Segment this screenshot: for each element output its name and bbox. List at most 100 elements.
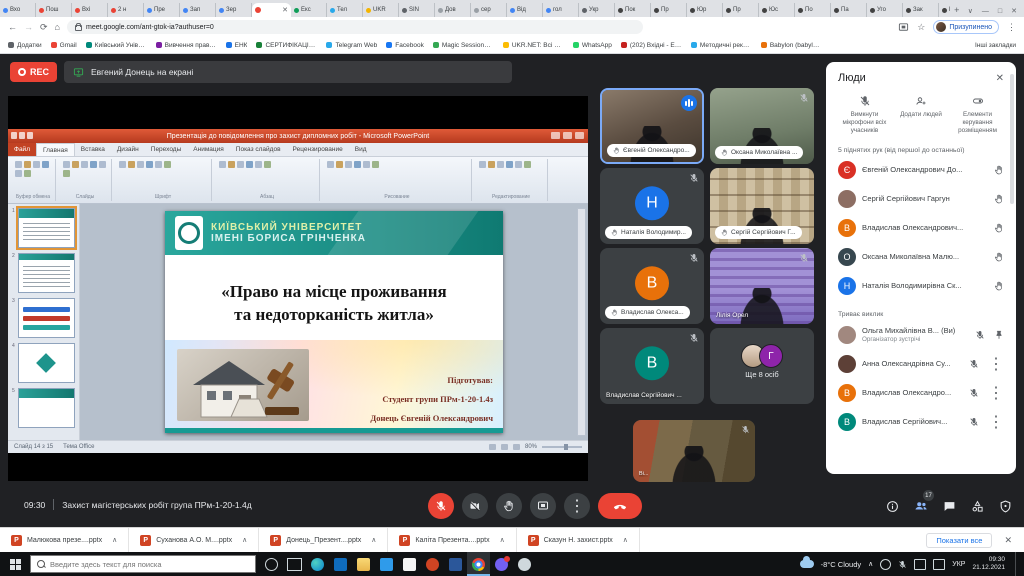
participant-row[interactable]: В Владислав Олександро... ⋮ (838, 378, 1004, 407)
view-normal-icon[interactable] (489, 444, 496, 450)
bookmark-item[interactable]: Facebook (386, 42, 424, 49)
add-people-button[interactable]: Додати людей (895, 95, 948, 136)
bookmark-item[interactable]: Київський Універс... (86, 42, 147, 49)
raise-hand-button[interactable] (496, 493, 522, 519)
slide-thumbnail[interactable] (18, 298, 75, 338)
ribbon-tab[interactable]: Файл (8, 143, 36, 156)
forward-icon[interactable]: → (24, 22, 33, 32)
browser-tab[interactable]: Пок ✕ (615, 3, 651, 17)
minimize-button[interactable]: — (982, 8, 989, 15)
slide-thumbnail[interactable] (18, 253, 75, 293)
ribbon-group[interactable]: Буфер обмена (11, 159, 56, 201)
ribbon-tab[interactable]: Дизайн (111, 143, 145, 156)
bookmark-item[interactable]: UKR.NET: Всі нови... (503, 42, 564, 49)
more-participants-tile[interactable]: Г Ще 8 осіб (710, 328, 814, 404)
browser-tab[interactable]: Юр ✕ (687, 3, 723, 17)
settings-gear-icon[interactable] (513, 552, 536, 576)
browser-tab[interactable]: Пр ✕ (723, 3, 759, 17)
show-all-downloads-button[interactable]: Показати все (926, 533, 992, 548)
ribbon-group[interactable]: Шрифт (115, 159, 212, 201)
weather-widget[interactable]: -8°C Cloudy (821, 560, 862, 569)
meeting-details-icon[interactable] (886, 500, 899, 513)
ppt-scrollbar[interactable] (577, 208, 586, 436)
language-indicator[interactable]: УКР (952, 561, 965, 568)
tray-display-icon[interactable] (914, 559, 926, 570)
ribbon-tab[interactable]: Показ слайдов (230, 143, 287, 156)
panel-scrollbar[interactable] (1010, 74, 1014, 204)
bookmark-item[interactable]: Telegram Web (326, 42, 377, 49)
host-controls-button[interactable]: Елементи керування розміщенням (951, 95, 1004, 136)
slide-thumbnail[interactable] (18, 388, 75, 428)
reload-icon[interactable]: ⟳ (40, 22, 48, 33)
download-menu-icon[interactable]: ∧ (623, 536, 628, 544)
browser-tab[interactable]: гол ✕ (543, 3, 579, 17)
mute-all-button[interactable]: Вимкнути мікрофони всіх учасників (838, 95, 891, 136)
close-window-button[interactable]: ✕ (1011, 7, 1017, 15)
bookmark-item[interactable]: WhatsApp (573, 42, 612, 49)
edge-icon[interactable] (306, 552, 329, 576)
ribbon-group[interactable]: Слайды (59, 159, 112, 201)
ribbon-tab[interactable]: Вставка (75, 143, 111, 156)
download-item[interactable]: P Суханова А.О. М....pptx ∧ (129, 528, 259, 552)
bookmark-item[interactable]: Додатки (8, 42, 42, 49)
camera-toggle-button[interactable] (462, 493, 488, 519)
bookmark-item[interactable]: (202) Вхідні - Ел... (621, 42, 682, 49)
cortana-button[interactable] (260, 552, 283, 576)
bookmark-item[interactable]: Magic Sessions 202... (433, 42, 494, 49)
slide-thumbnail[interactable] (18, 343, 75, 383)
viber-icon[interactable] (490, 552, 513, 576)
browser-tab[interactable]: Від ✕ (507, 3, 543, 17)
download-menu-icon[interactable]: ∧ (112, 536, 117, 544)
browser-tab[interactable]: Вхо ✕ (0, 3, 36, 17)
tray-mic-icon[interactable] (898, 560, 907, 569)
participant-row[interactable]: В Владислав Сергійович... ⋮ (838, 407, 1004, 436)
ribbon-group[interactable]: Рисование (323, 159, 472, 201)
people-button[interactable]: 17 (914, 497, 928, 515)
browser-tab[interactable]: Пре ✕ (144, 3, 180, 17)
download-menu-icon[interactable]: ∧ (242, 536, 247, 544)
browser-tab[interactable]: UKR ✕ (363, 3, 399, 17)
quick-access-toolbar[interactable] (11, 132, 33, 139)
browser-tab[interactable]: Пр ✕ (651, 3, 687, 17)
bookmark-item[interactable]: Методичні рекоме... (691, 42, 752, 49)
view-sorter-icon[interactable] (501, 444, 508, 450)
download-item[interactable]: P Каліта Презента....pptx ∧ (388, 528, 516, 552)
ribbon-tab[interactable]: Рецензирование (287, 143, 349, 156)
browser-tab[interactable]: Дов ✕ (435, 3, 471, 17)
download-item[interactable]: P Сказун Н. захист.pptx ∧ (517, 528, 640, 552)
chrome-icon[interactable] (467, 552, 490, 576)
video-tile[interactable]: Оксана Миколаївна ... (710, 88, 814, 164)
raised-hand-row[interactable]: Н Наталія Володимирівна Ск... (838, 271, 1004, 300)
participant-row[interactable]: Анна Олександрівна Су... ⋮ (838, 349, 1004, 378)
browser-tab[interactable]: Укр ✕ (579, 3, 615, 17)
tab-search-icon[interactable]: ∨ (968, 7, 973, 15)
close-panel-icon[interactable]: ✕ (996, 73, 1004, 84)
ribbon-tab[interactable]: Главная (36, 143, 75, 156)
taskbar-clock[interactable]: 09:30 21.12.2021 (972, 556, 1005, 572)
activities-icon[interactable] (971, 500, 984, 513)
bookmark-item[interactable]: Babylon (babylon)... (761, 42, 822, 49)
raised-hand-row[interactable]: Є Євгеній Олександрович До... (838, 155, 1004, 184)
mail-icon[interactable] (375, 552, 398, 576)
bookmark-item[interactable]: Gmail (51, 42, 77, 49)
ribbon-tab[interactable]: Вид (349, 143, 373, 156)
raised-hand-row[interactable]: О Оксана Миколаївна Малю... (838, 242, 1004, 271)
mic-toggle-button[interactable] (428, 493, 454, 519)
browser-tab[interactable]: Уго ✕ (867, 3, 903, 17)
view-slideshow-icon[interactable] (513, 444, 520, 450)
browser-tab[interactable]: По ✕ (795, 3, 831, 17)
store-icon[interactable] (329, 552, 352, 576)
browser-tab[interactable]: Пош ✕ (36, 3, 72, 17)
browser-tab[interactable]: Юс ✕ (759, 3, 795, 17)
download-menu-icon[interactable]: ∧ (500, 536, 505, 544)
document-icon[interactable] (398, 552, 421, 576)
more-options-icon[interactable]: ⋮ (988, 412, 1004, 432)
more-options-button[interactable]: ⋮ (564, 493, 590, 519)
taskbar-search[interactable]: Введите здесь текст для поиска (30, 555, 256, 573)
tray-volume-icon[interactable] (933, 559, 945, 570)
show-desktop-button[interactable] (1015, 552, 1020, 576)
browser-tab[interactable]: Зер ✕ (216, 3, 252, 17)
video-tile[interactable]: Ві... (633, 420, 755, 482)
tray-meet-icon[interactable] (880, 559, 891, 570)
powerpoint-icon[interactable] (421, 552, 444, 576)
